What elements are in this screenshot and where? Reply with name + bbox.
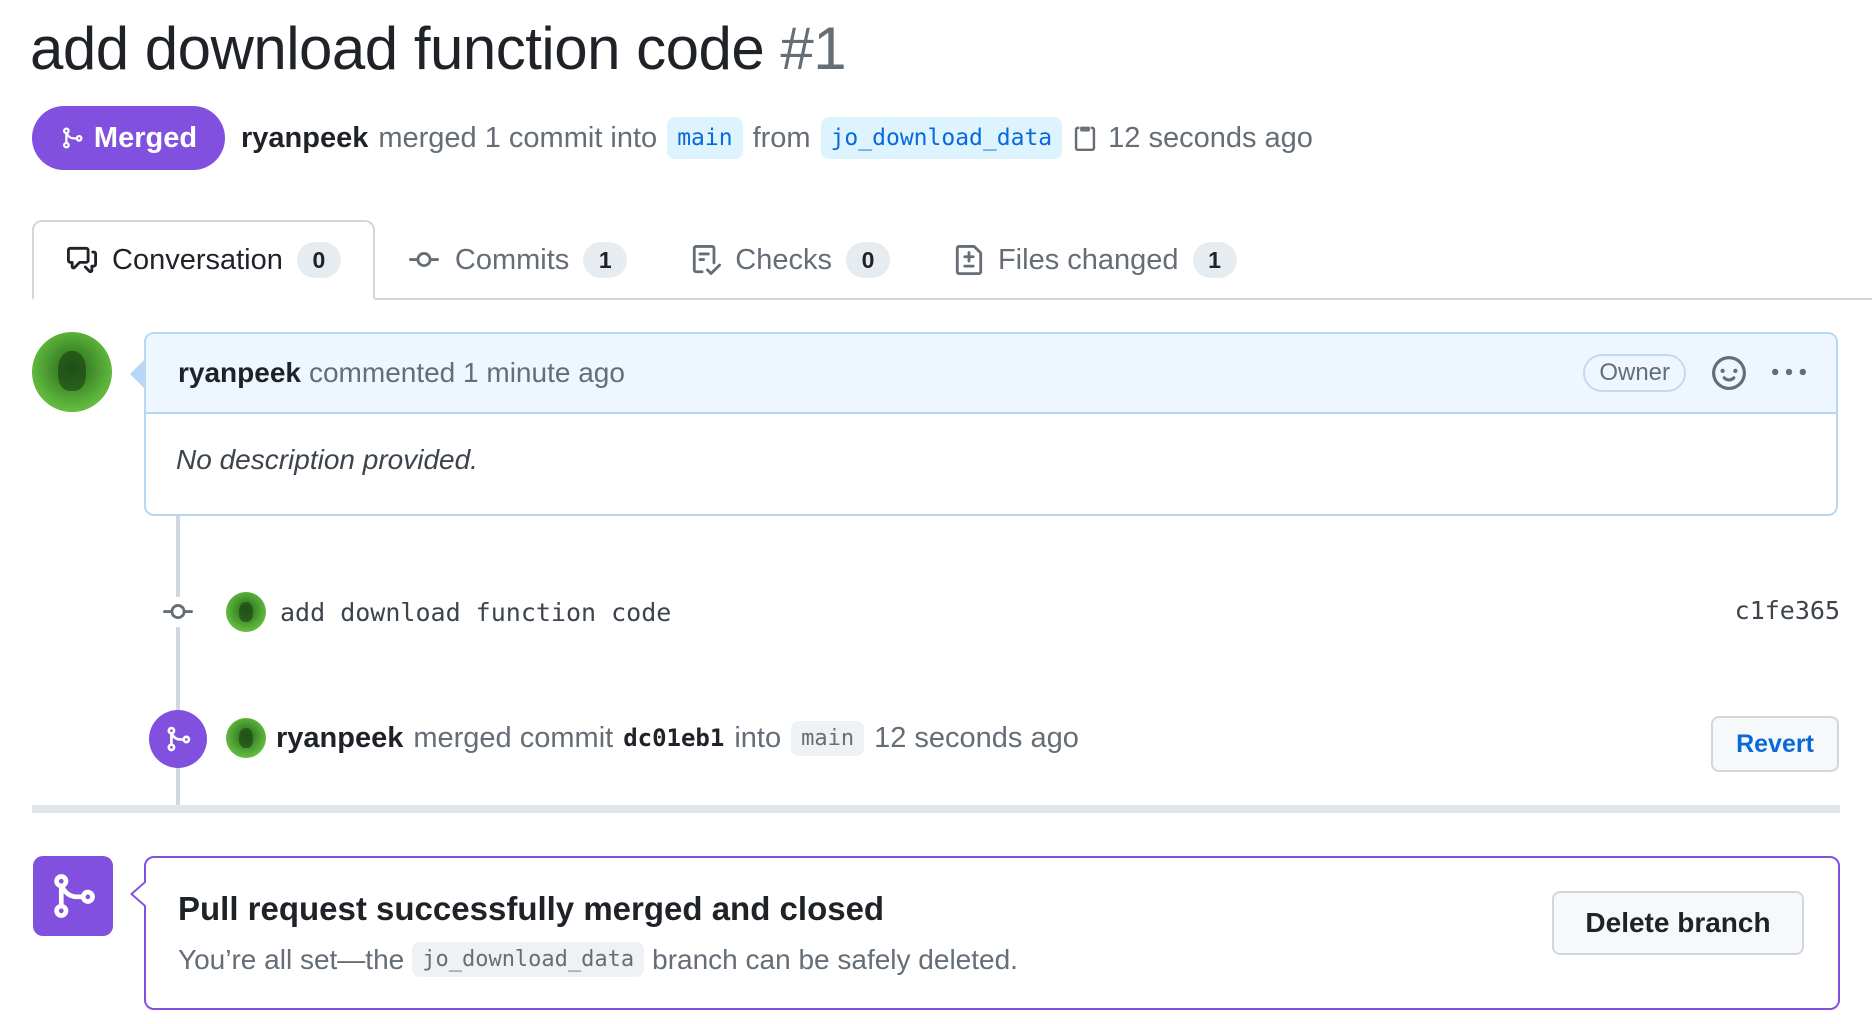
git-merge-icon — [60, 124, 84, 152]
kebab-horizontal-icon[interactable] — [1772, 356, 1806, 390]
comment-body: No description provided. — [176, 444, 478, 475]
tab-files-changed[interactable]: Files changed 1 — [922, 220, 1269, 300]
owner-badge: Owner — [1583, 354, 1686, 392]
tab-conversation-label: Conversation — [112, 243, 283, 276]
file-diff-icon — [954, 244, 984, 276]
tab-checks-label: Checks — [735, 243, 832, 276]
checklist-icon — [691, 244, 722, 276]
head-branch[interactable]: jo_download_data — [820, 117, 1063, 159]
pr-title: add download function code — [30, 15, 765, 82]
merge-event-time[interactable]: 12 seconds ago — [874, 722, 1079, 755]
merge-box-subtitle: You’re all set—the jo_download_data bran… — [178, 942, 1018, 977]
pr-author[interactable]: ryanpeek — [241, 122, 368, 155]
pr-tabs: Conversation 0 Commits 1 Checks 0 Files … — [32, 220, 1269, 300]
git-commit-icon — [160, 597, 196, 627]
copy-icon[interactable] — [1072, 124, 1098, 152]
timeline-commit: add download function code — [160, 592, 1840, 632]
avatar[interactable] — [32, 332, 112, 412]
merged-label: Merged — [93, 121, 198, 154]
merge-commit-text: merged commit — [413, 721, 614, 754]
comment-discussion-icon — [66, 245, 98, 275]
comment-author[interactable]: ryanpeek — [178, 357, 301, 389]
timeline-merged-event: ryanpeek merged commit dc01eb1 into main… — [226, 718, 1079, 758]
delete-branch-button[interactable]: Delete branch — [1552, 891, 1804, 955]
pr-number: #1 — [780, 15, 847, 82]
comment-header: ryanpeek commented 1 minute ago Owner — [146, 334, 1836, 414]
git-merge-icon — [33, 856, 113, 936]
merge-author[interactable]: ryanpeek — [276, 722, 403, 755]
tab-commits-label: Commits — [454, 243, 570, 276]
merge-text: merged 1 commit into — [378, 121, 658, 154]
tab-checks-count: 0 — [845, 242, 890, 278]
commit-sha[interactable]: c1fe365 — [1735, 596, 1840, 625]
from-text: from — [752, 121, 811, 154]
commit-message[interactable]: add download function code — [280, 598, 671, 627]
tab-commits-count: 1 — [583, 242, 628, 278]
merge-box-sub-suffix: branch can be safely deleted. — [652, 943, 1018, 975]
into-branch[interactable]: main — [791, 720, 865, 756]
into-text: into — [734, 721, 782, 754]
tab-conversation[interactable]: Conversation 0 — [32, 220, 375, 300]
git-commit-icon — [407, 245, 441, 275]
pr-meta: ryanpeek merged 1 commit into main from … — [241, 112, 1313, 164]
tab-checks[interactable]: Checks 0 — [659, 220, 922, 300]
base-branch[interactable]: main — [667, 117, 743, 159]
tab-commits[interactable]: Commits 1 — [375, 220, 659, 300]
tab-files-changed-count: 1 — [1192, 242, 1237, 278]
page-title: add download function code #1 — [30, 14, 847, 83]
avatar[interactable] — [226, 718, 266, 758]
timeline-divider — [32, 805, 1840, 813]
smiley-icon[interactable] — [1712, 356, 1746, 390]
comment-caret — [130, 360, 144, 388]
merge-commit-sha[interactable]: dc01eb1 — [623, 724, 724, 752]
merge-box-title: Pull request successfully merged and clo… — [178, 890, 885, 927]
comment-action[interactable]: commented 1 minute ago — [309, 357, 625, 389]
avatar[interactable] — [226, 592, 266, 632]
revert-button[interactable]: Revert — [1711, 716, 1839, 772]
merge-box-caret — [130, 880, 146, 908]
tab-conversation-count: 0 — [296, 242, 341, 278]
tab-files-changed-label: Files changed — [997, 243, 1179, 276]
merged-status-badge: Merged — [32, 106, 225, 170]
merge-box-branch[interactable]: jo_download_data — [412, 942, 645, 977]
git-merge-icon — [149, 710, 207, 768]
merge-box-sub-prefix: You’re all set—the — [178, 943, 405, 975]
comment-box: ryanpeek commented 1 minute ago Owner No… — [144, 332, 1838, 516]
merge-time: 12 seconds ago — [1108, 121, 1313, 154]
